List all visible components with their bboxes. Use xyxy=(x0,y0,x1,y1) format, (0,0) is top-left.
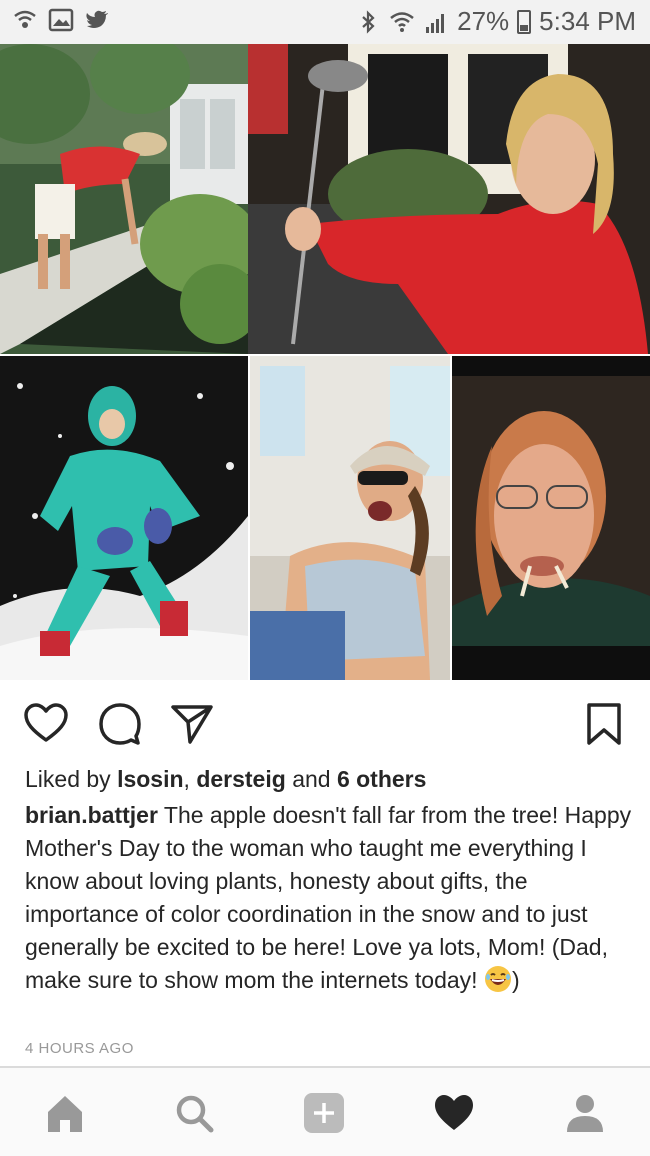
status-left xyxy=(12,7,110,33)
heart-icon[interactable] xyxy=(22,700,70,748)
activity-heart-icon[interactable] xyxy=(433,1092,475,1134)
liker-username-1[interactable]: lsosin xyxy=(117,766,183,792)
caption-close-paren: ) xyxy=(511,967,520,993)
battery-icon xyxy=(517,9,532,34)
bluetooth-icon xyxy=(355,9,381,35)
photo-woman-leaning-garden[interactable] xyxy=(0,44,248,354)
wifi-calling-icon xyxy=(12,7,38,33)
post-timestamp: 4 HOURS AGO xyxy=(25,1040,134,1057)
profile-icon[interactable] xyxy=(564,1092,606,1134)
likes-separator: , xyxy=(183,766,190,792)
gallery-icon xyxy=(48,7,74,33)
status-bar: 27% 5:34 PM xyxy=(0,0,650,44)
likes-others-link[interactable]: 6 others xyxy=(337,766,426,792)
twitter-icon xyxy=(84,7,110,33)
post-caption: brian.battjer The apple doesn't fall far… xyxy=(25,799,635,997)
photo-woman-laughing-on-boat[interactable] xyxy=(250,356,450,680)
post-actions xyxy=(0,696,650,752)
photo-woman-holding-golf-club[interactable] xyxy=(248,44,650,354)
add-post-icon[interactable] xyxy=(303,1092,345,1134)
wifi-icon xyxy=(389,9,415,35)
likes-and: and xyxy=(292,766,331,792)
caption-text: The apple doesn't fall far from the tree… xyxy=(25,802,632,993)
caption-username[interactable]: brian.battjer xyxy=(25,802,158,828)
clock: 5:34 PM xyxy=(539,6,636,36)
bottom-navigation xyxy=(0,1066,650,1156)
search-icon[interactable] xyxy=(173,1092,215,1134)
laughing-face-emoji xyxy=(484,965,512,993)
post-image-collage[interactable] xyxy=(0,44,650,680)
likes-summary: Liked by lsosin, dersteig and 6 others xyxy=(25,764,426,794)
comment-icon[interactable] xyxy=(96,700,144,748)
liker-username-2[interactable]: dersteig xyxy=(196,766,285,792)
photo-woman-with-toothpicks[interactable] xyxy=(452,356,650,680)
photo-woman-sitting-in-snow[interactable] xyxy=(0,356,248,680)
status-right: 27% 5:34 PM xyxy=(355,6,636,37)
share-icon[interactable] xyxy=(168,700,216,748)
likes-prefix: Liked by xyxy=(25,766,111,792)
battery-percent: 27% xyxy=(457,6,510,36)
home-icon[interactable] xyxy=(44,1092,86,1134)
signal-icon xyxy=(423,9,449,35)
bookmark-icon[interactable] xyxy=(580,700,628,748)
